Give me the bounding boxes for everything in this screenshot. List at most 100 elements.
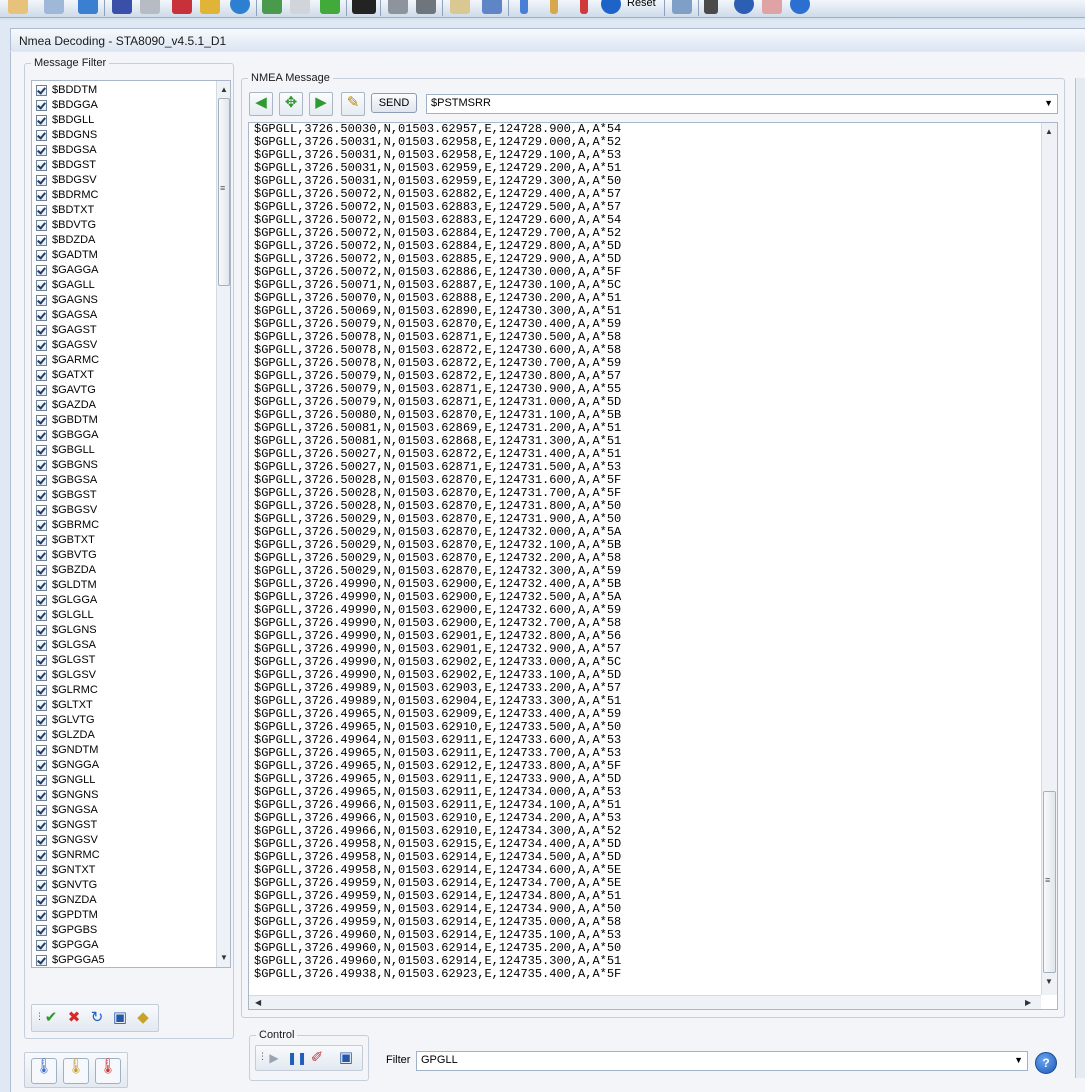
filter-checkbox[interactable] [36, 940, 47, 951]
filter-checkbox[interactable] [36, 490, 47, 501]
filter-checkbox[interactable] [36, 430, 47, 441]
document-icon[interactable] [482, 0, 502, 14]
load-icon[interactable]: ◆ [134, 1010, 152, 1026]
play-icon[interactable] [320, 0, 340, 14]
filter-checkbox[interactable] [36, 235, 47, 246]
filter-checkbox[interactable] [36, 100, 47, 111]
filter-checkbox[interactable] [36, 595, 47, 606]
filter-checkbox[interactable] [36, 85, 47, 96]
filter-checkbox[interactable] [36, 475, 47, 486]
scroll-left-icon[interactable]: ◀ [255, 998, 261, 1007]
wave-icon[interactable] [734, 0, 754, 14]
filter-checkbox[interactable] [36, 370, 47, 381]
settings-icon[interactable] [78, 0, 98, 14]
filter-checkbox[interactable] [36, 145, 47, 156]
thermometer-cold-icon[interactable] [520, 0, 528, 14]
globe-icon[interactable] [230, 0, 250, 14]
filter-checkbox[interactable] [36, 850, 47, 861]
scroll-down-icon[interactable]: ▼ [220, 953, 228, 962]
info-icon[interactable] [790, 0, 810, 14]
filter-checkbox[interactable] [36, 340, 47, 351]
message-vertical-scrollbar[interactable]: ▲ ≡ ▼ [1041, 123, 1057, 995]
thermometer-mid-icon[interactable] [550, 0, 558, 14]
magnifier-icon[interactable] [44, 0, 64, 14]
filter-checkbox[interactable] [36, 265, 47, 276]
scroll-up-icon[interactable]: ▲ [1045, 127, 1053, 136]
filter-checkbox[interactable] [36, 460, 47, 471]
command-combobox[interactable]: $PSTMSRR ▼ [426, 94, 1058, 114]
tower-icon[interactable] [704, 0, 718, 14]
filter-checkbox[interactable] [36, 580, 47, 591]
filter-checkbox[interactable] [36, 220, 47, 231]
filter-checkbox[interactable] [36, 160, 47, 171]
filter-checkbox[interactable] [36, 640, 47, 651]
filter-checkbox[interactable] [36, 400, 47, 411]
message-filter-list[interactable]: $BDDTM $BDGGA $BDGLL $BDGNS $BDGSA $BDGST $BDG… [31, 80, 231, 968]
filter-checkbox[interactable] [36, 910, 47, 921]
signal-icon[interactable] [262, 0, 282, 14]
filter-checkbox[interactable] [36, 730, 47, 741]
graph-icon[interactable] [762, 0, 782, 14]
satellite-n-icon[interactable] [112, 0, 132, 14]
eraser-icon[interactable]: ✐ [309, 1050, 325, 1066]
filter-checkbox[interactable] [36, 355, 47, 366]
forward-button[interactable]: ▶ [309, 92, 333, 116]
filter-checkbox[interactable] [36, 820, 47, 831]
filter-checkbox[interactable] [36, 760, 47, 771]
refresh-icon[interactable]: ↻ [88, 1010, 106, 1026]
filter-checkbox[interactable] [36, 310, 47, 321]
filter-checkbox[interactable] [36, 880, 47, 891]
chevron-down-icon[interactable]: ▼ [1044, 98, 1053, 108]
send-button[interactable]: SEND [371, 93, 417, 113]
message-horizontal-scrollbar[interactable]: ◀ ▶ [249, 995, 1041, 1009]
scroll-right-icon[interactable]: ▶ [1025, 998, 1031, 1007]
filter-checkbox[interactable] [36, 535, 47, 546]
filter-checkbox[interactable] [36, 520, 47, 531]
filter-checkbox[interactable] [36, 325, 47, 336]
database-icon[interactable] [388, 0, 408, 14]
filter-checkbox[interactable] [36, 550, 47, 561]
reset-icon[interactable] [601, 0, 621, 14]
center-button[interactable]: ✥ [279, 92, 303, 116]
thermometer-cold-button-icon[interactable]: 🌡 [31, 1058, 57, 1084]
nmea-message-log[interactable]: $GPGLL,3726.50030,N,01503.62957,E,124728… [248, 122, 1058, 1010]
filter-combobox[interactable]: GPGLL ▼ [416, 1051, 1028, 1071]
thermometer-mid-button-icon[interactable]: 🌡 [63, 1058, 89, 1084]
chart-icon[interactable] [200, 0, 220, 14]
filter-checkbox[interactable] [36, 385, 47, 396]
filter-checkbox[interactable] [36, 415, 47, 426]
save-log-icon[interactable]: ▣ [338, 1050, 354, 1066]
filter-checkbox[interactable] [36, 835, 47, 846]
thermometer-hot-button-icon[interactable]: 🌡 [95, 1058, 121, 1084]
chevron-down-icon[interactable]: ▼ [1014, 1055, 1023, 1065]
filter-checkbox[interactable] [36, 190, 47, 201]
play-icon[interactable]: ▶ [266, 1050, 282, 1066]
filter-checkbox[interactable] [36, 925, 47, 936]
filter-checkbox[interactable] [36, 805, 47, 816]
filter-checkbox[interactable] [36, 250, 47, 261]
filter-checkbox[interactable] [36, 115, 47, 126]
filter-checkbox[interactable] [36, 655, 47, 666]
filter-checkbox[interactable] [36, 445, 47, 456]
map-icon[interactable] [450, 0, 470, 14]
help-button[interactable]: ? [1035, 1052, 1057, 1074]
mouse-icon[interactable] [290, 0, 310, 14]
filter-checkbox[interactable] [36, 775, 47, 786]
filter-checkbox[interactable] [36, 280, 47, 291]
thermometer-hot-icon[interactable] [580, 0, 588, 14]
back-button[interactable]: ◀ [249, 92, 273, 116]
save-icon[interactable]: ▣ [111, 1010, 129, 1026]
filter-checkbox[interactable] [36, 685, 47, 696]
edit-message-button[interactable]: ✎ [341, 92, 365, 116]
filter-checkbox[interactable] [36, 625, 47, 636]
filter-checkbox[interactable] [36, 565, 47, 576]
filter-checkbox[interactable] [36, 610, 47, 621]
filter-checkbox[interactable] [36, 955, 47, 966]
filter-checkbox[interactable] [36, 670, 47, 681]
filter-checkbox[interactable] [36, 175, 47, 186]
filter-checkbox[interactable] [36, 745, 47, 756]
filter-checkbox[interactable] [36, 700, 47, 711]
edit-icon[interactable] [8, 0, 28, 14]
reset-label[interactable]: Reset [627, 0, 656, 9]
filter-checkbox[interactable] [36, 865, 47, 876]
